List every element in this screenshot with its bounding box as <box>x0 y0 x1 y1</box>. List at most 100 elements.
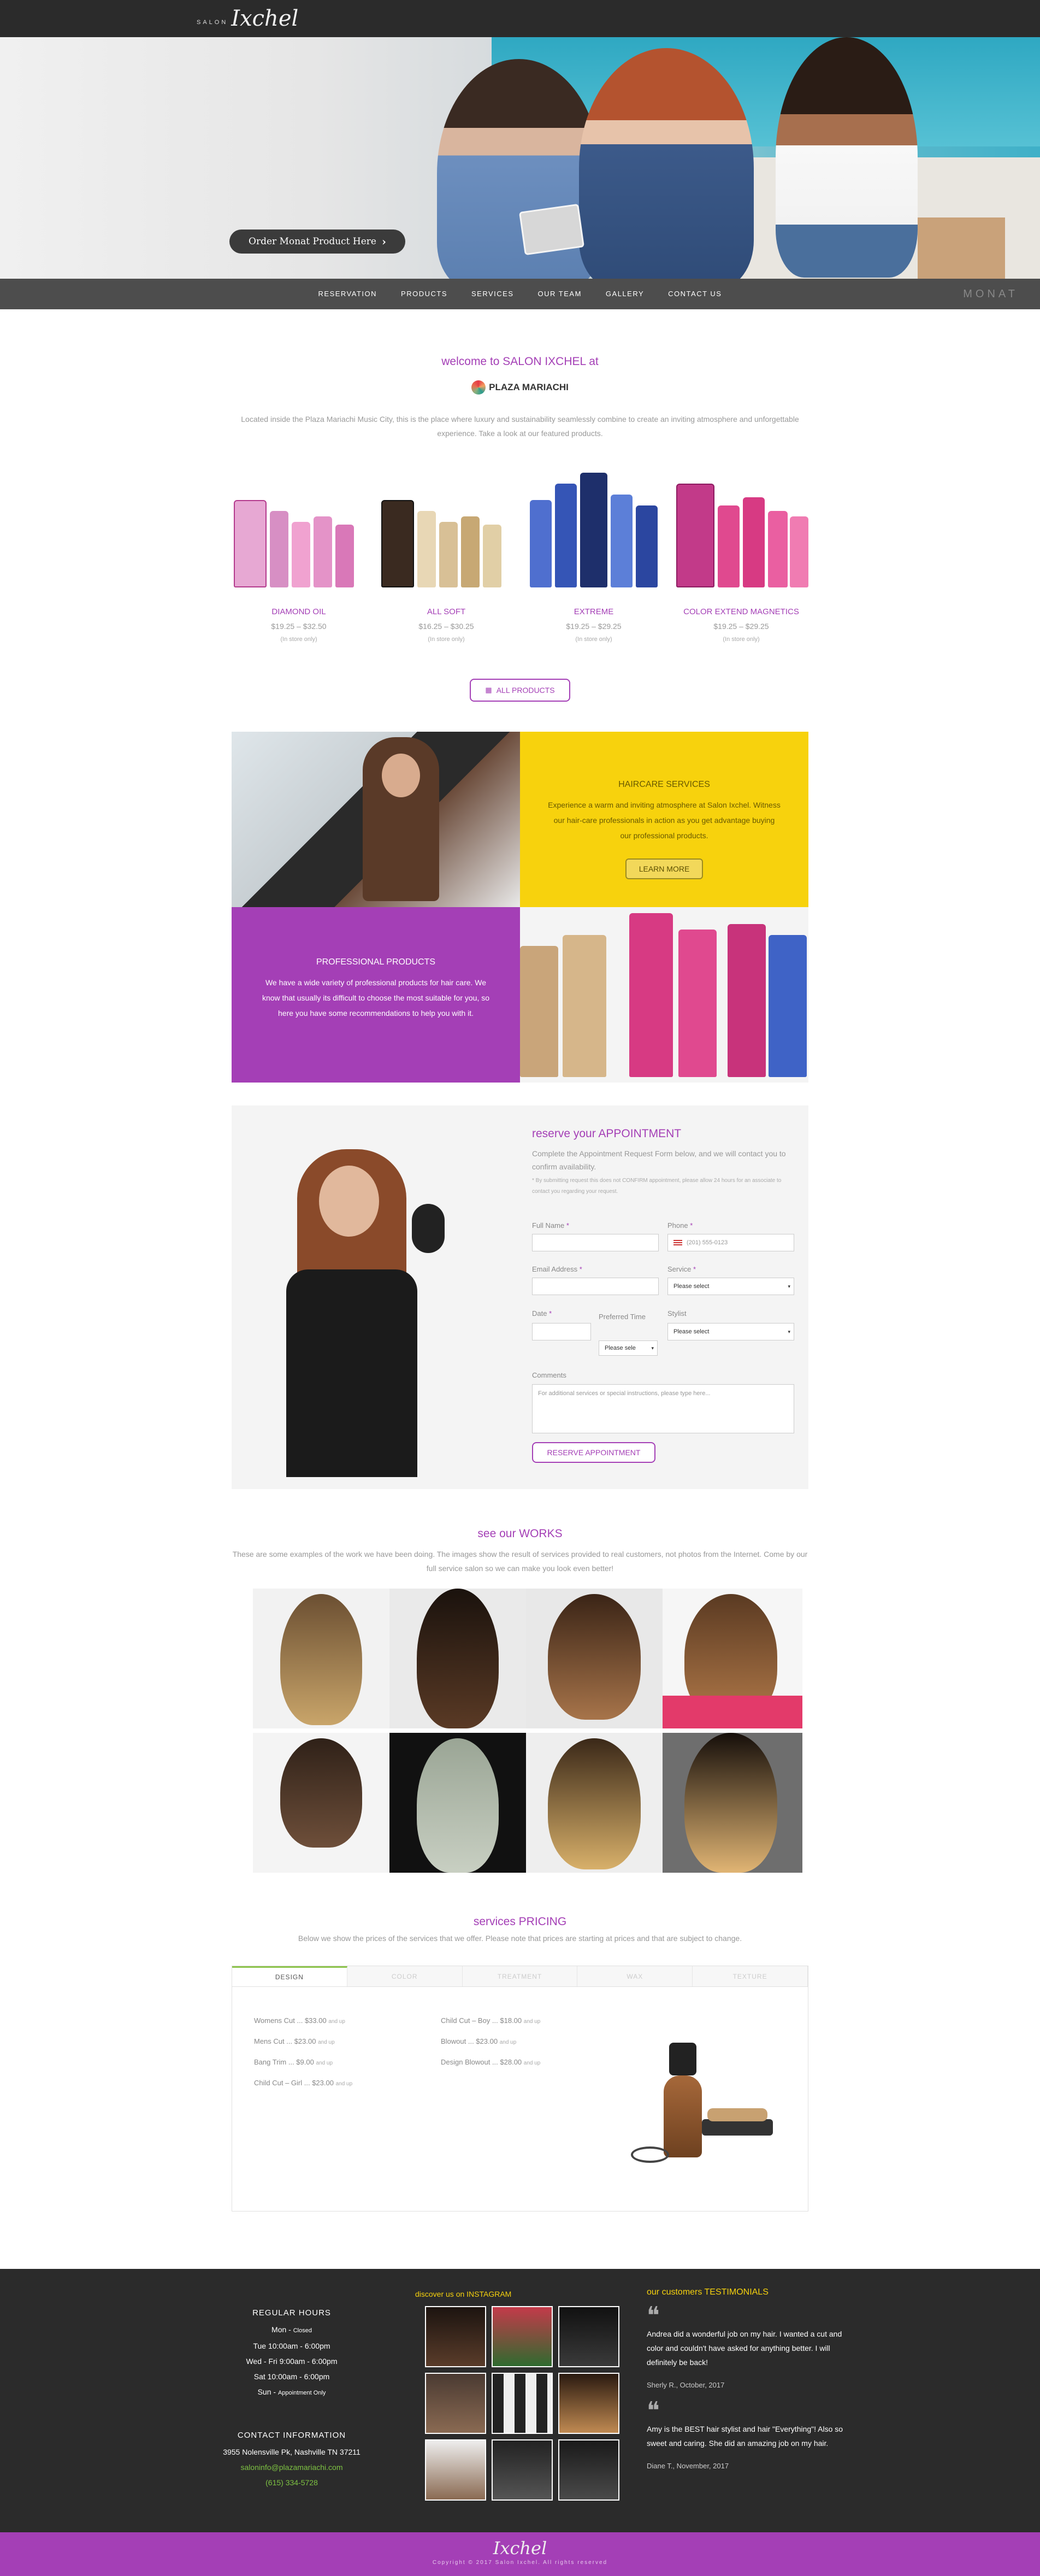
nav-item-our-team[interactable]: OUR TEAM <box>526 279 594 309</box>
all-products-button[interactable]: ▦ ALL PRODUCTS <box>470 679 570 702</box>
product-image[interactable] <box>672 473 811 593</box>
pricing-section: services PRICING Below we show the price… <box>0 1915 1040 1943</box>
stylist-select[interactable]: Please select ▾ <box>667 1323 794 1340</box>
instagram-thumb[interactable] <box>425 2439 486 2501</box>
price-suffix: and up <box>335 2081 353 2087</box>
price-item: Design Blowout ... $28.00 and up <box>441 2058 540 2079</box>
comments-field[interactable]: For additional services or special instr… <box>532 1384 794 1433</box>
nav-item-services[interactable]: SERVICES <box>459 279 526 309</box>
salon-logo[interactable]: SALON Ixchel <box>197 3 298 34</box>
tab-texture[interactable]: TEXTURE <box>693 1966 808 1986</box>
instagram-thumb[interactable] <box>425 2373 486 2434</box>
contact-phone-link[interactable]: (615) 334-5728 <box>204 2475 379 2490</box>
plaza-mariachi-logo[interactable]: PLAZA MARIACHI <box>471 375 569 400</box>
hours-row: Wed - Fri 9:00am - 6:00pm <box>204 2354 379 2369</box>
instagram-thumb[interactable] <box>558 2306 619 2367</box>
product-name[interactable]: ALL SOFT <box>377 607 516 616</box>
email-field[interactable] <box>532 1278 659 1295</box>
gallery-image[interactable] <box>663 1589 802 1728</box>
instagram-grid <box>425 2306 619 2501</box>
tab-wax[interactable]: WAX <box>577 1966 693 1986</box>
product-name[interactable]: COLOR EXTEND MAGNETICS <box>672 607 811 616</box>
price-text: Bang Trim ... $9.00 <box>254 2058 314 2066</box>
nav-item-gallery[interactable]: GALLERY <box>594 279 656 309</box>
price-suffix: and up <box>316 2060 333 2066</box>
stylist-select-value: Please select <box>673 1328 710 1335</box>
gallery-image[interactable] <box>526 1589 666 1728</box>
professional-title: PROFESSIONAL PRODUCTS <box>316 957 436 967</box>
tab-treatment[interactable]: TREATMENT <box>462 1966 578 1986</box>
gallery-image[interactable] <box>389 1733 529 1873</box>
footer-logo[interactable]: Ixchel <box>0 2538 1040 2559</box>
pricing-tabs: DESIGN COLOR TREATMENT WAX TEXTURE Women… <box>232 1966 808 2212</box>
all-products-label: ALL PRODUCTS <box>496 686 555 695</box>
learn-more-button[interactable]: LEARN MORE <box>625 858 703 879</box>
instagram-thumb[interactable] <box>558 2439 619 2501</box>
salon-tools-image <box>625 2043 778 2179</box>
instagram-thumb[interactable] <box>425 2306 486 2367</box>
gallery-image[interactable] <box>253 1733 393 1873</box>
price-suffix: and up <box>499 2039 517 2045</box>
phone-placeholder: (201) 555-0123 <box>687 1239 728 1246</box>
product-card[interactable]: ALL SOFT $16.25 – $30.25 (In store only) <box>377 473 516 643</box>
hours-time: Appointment Only <box>277 2390 326 2396</box>
product-image[interactable] <box>229 473 368 593</box>
chevron-down-icon: ▾ <box>788 1329 790 1334</box>
hours-day: Wed - Fri <box>246 2357 277 2366</box>
product-image[interactable] <box>377 473 516 593</box>
hero-tablet <box>518 203 585 256</box>
nav-item-products[interactable]: PRODUCTS <box>389 279 459 309</box>
hours-time: 9:00am - 6:00pm <box>279 2357 338 2366</box>
required-mark: * <box>579 1265 582 1273</box>
reservation-section: reserve your APPOINTMENT Complete the Ap… <box>232 1105 808 1489</box>
full-name-field[interactable] <box>532 1234 659 1251</box>
order-button-label: Order Monat Product Here <box>249 236 376 247</box>
order-monat-button[interactable]: Order Monat Product Here › <box>229 230 405 254</box>
instagram-thumb[interactable] <box>492 2373 553 2434</box>
phone-field[interactable]: (201) 555-0123 <box>667 1234 794 1251</box>
product-card[interactable]: DIAMOND OIL $19.25 – $32.50 (In store on… <box>229 473 368 643</box>
product-name[interactable]: DIAMOND OIL <box>229 607 368 616</box>
reservation-intro: Complete the Appointment Request Form be… <box>532 1149 786 1171</box>
reserve-appointment-button[interactable]: RESERVE APPOINTMENT <box>532 1442 655 1463</box>
gallery-image[interactable] <box>526 1733 666 1873</box>
contact-email-link[interactable]: saloninfo@plazamariachi.com <box>204 2460 379 2475</box>
tab-design[interactable]: DESIGN <box>232 1966 347 1986</box>
professional-products-panel: PROFESSIONAL PRODUCTS We have a wide var… <box>232 907 520 1083</box>
gallery-image[interactable] <box>389 1589 529 1728</box>
nav-item-reservation[interactable]: RESERVATION <box>306 279 389 309</box>
product-price: $19.25 – $32.50 <box>271 622 327 631</box>
hours-row: Sun - Appointment Only <box>204 2384 379 2401</box>
product-card[interactable]: EXTREME $19.25 – $29.25 (In store only) <box>524 473 663 643</box>
hero-woman-center <box>579 48 754 279</box>
testimonials-title: our customers TESTIMONIALS <box>647 2287 769 2297</box>
tab-color[interactable]: COLOR <box>347 1966 463 1986</box>
service-select-value: Please select <box>673 1283 710 1290</box>
gallery-image[interactable] <box>663 1733 802 1873</box>
price-text: Womens Cut ... $33.00 <box>254 2016 327 2025</box>
service-select[interactable]: Please select ▾ <box>667 1278 794 1295</box>
gallery-image[interactable] <box>253 1589 393 1728</box>
bottom-bar: Ixchel Copyright © 2017 Salon Ixchel. Al… <box>0 2532 1040 2576</box>
price-text: Mens Cut ... $23.00 <box>254 2037 316 2045</box>
product-card[interactable]: COLOR EXTEND MAGNETICS $19.25 – $29.25 (… <box>672 473 811 643</box>
hours-block: REGULAR HOURS Mon - Closed Tue 10:00am -… <box>204 2308 379 2401</box>
price-text: Child Cut – Girl ... $23.00 <box>254 2079 334 2087</box>
reservation-fine-print: * By submitting request this does not CO… <box>532 1178 782 1195</box>
us-flag-icon[interactable] <box>673 1240 682 1246</box>
preferred-time-label: Preferred Time <box>599 1313 646 1321</box>
instagram-thumb[interactable] <box>492 2439 553 2501</box>
product-image[interactable] <box>524 473 663 593</box>
instagram-thumb[interactable] <box>558 2373 619 2434</box>
logo-script-text: Ixchel <box>231 6 299 31</box>
time-select[interactable]: Please sele ▾ <box>599 1340 658 1356</box>
nav-item-contact-us[interactable]: CONTACT US <box>656 279 734 309</box>
plaza-logo-text: PLAZA MARIACHI <box>489 382 569 392</box>
instagram-thumb[interactable] <box>492 2306 553 2367</box>
product-name[interactable]: EXTREME <box>524 607 663 616</box>
chevron-down-icon: ▾ <box>788 1284 790 1289</box>
hours-time: 10:00am - 6:00pm <box>268 2342 330 2350</box>
contact-title: CONTACT INFORMATION <box>237 2431 346 2440</box>
quote-icon: ❝ <box>647 2397 660 2425</box>
date-field[interactable] <box>532 1323 591 1340</box>
